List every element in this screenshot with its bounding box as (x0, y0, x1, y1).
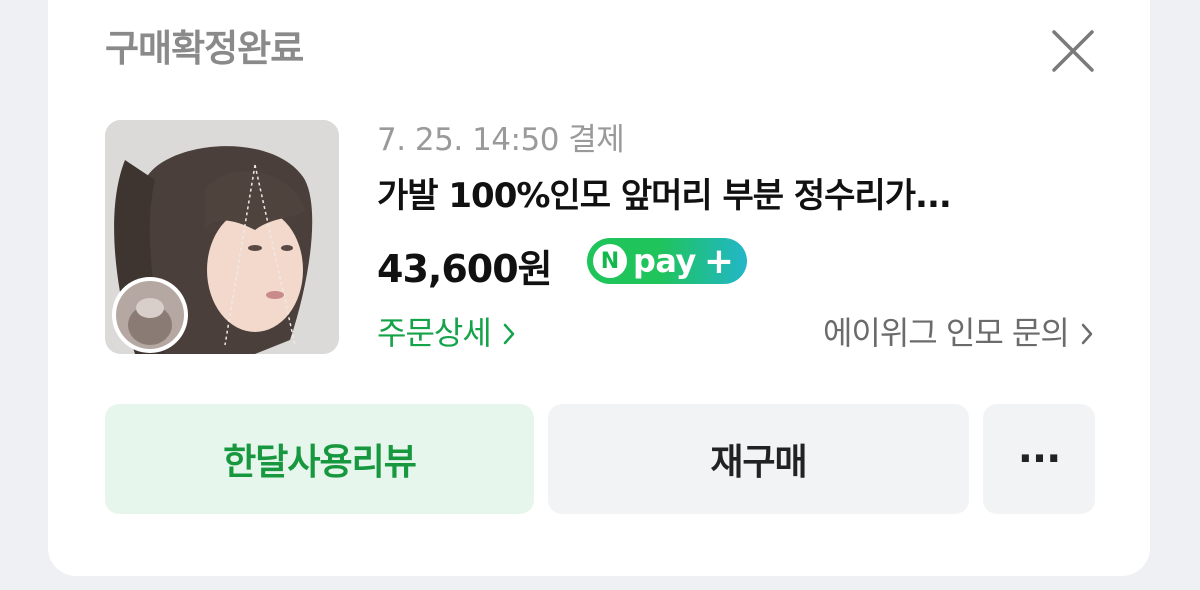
seller-inquiry-label: 에이위그 인모 문의 (822, 314, 1070, 352)
npay-badge: N pay + (587, 238, 747, 284)
product-image (105, 120, 339, 354)
order-detail-label: 주문상세 (377, 314, 492, 352)
plus-icon: + (703, 240, 735, 282)
payment-date: 7. 25. 14:50 결제 (377, 122, 625, 158)
order-status: 구매확정완료 (105, 27, 304, 70)
order-detail-link[interactable]: 주문상세 (377, 308, 516, 354)
monthly-review-button[interactable]: 한달사용리뷰 (105, 404, 534, 514)
npay-text: pay (633, 242, 696, 280)
close-icon[interactable] (1048, 26, 1098, 76)
product-title[interactable]: 가발 100%인모 앞머리 부분 정수리가... (377, 168, 1077, 217)
product-price: 43,600원 (377, 247, 553, 291)
seller-inquiry-link[interactable]: 에이위그 인모 문의 (823, 308, 1094, 354)
npay-logo: N (593, 244, 627, 278)
chevron-right-icon (1081, 323, 1093, 345)
chevron-right-icon (503, 323, 515, 345)
more-icon[interactable]: ··· (983, 404, 1095, 514)
rebuy-button[interactable]: 재구매 (548, 404, 969, 514)
product-thumbnail[interactable] (105, 120, 339, 354)
